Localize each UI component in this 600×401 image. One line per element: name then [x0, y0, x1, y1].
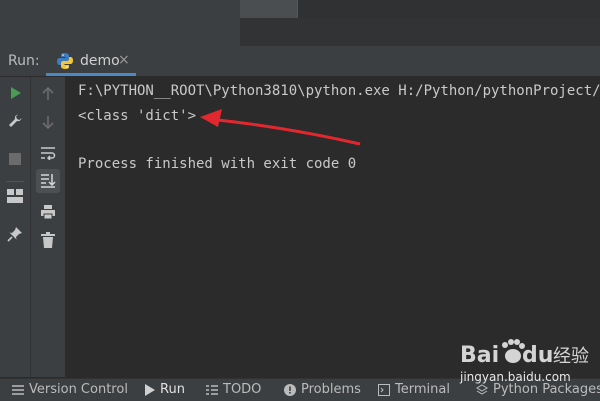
list-icon	[12, 384, 24, 395]
run-actions-gutter	[0, 77, 31, 377]
checklist-icon	[206, 384, 218, 395]
layout-button[interactable]	[3, 184, 27, 208]
tool-tab-label: Problems	[301, 382, 361, 397]
console-line-command: F:\PYTHON__ROOT\Python3810\python.exe H:…	[78, 83, 600, 99]
svg-text:Bai: Bai	[460, 343, 499, 368]
tool-tab-label: Terminal	[395, 382, 450, 397]
console-tools-gutter	[31, 77, 65, 377]
previous-occurrence-button[interactable]	[36, 82, 60, 106]
run-window-title: Run:	[8, 53, 40, 69]
soft-wrap-icon	[41, 147, 56, 160]
tool-tab-version-control[interactable]: Version Control	[12, 382, 128, 397]
tab-demo-label: demo	[80, 53, 120, 69]
pin-tab-button[interactable]	[3, 222, 27, 246]
soft-wrap-button[interactable]	[36, 141, 60, 165]
terminal-icon	[378, 383, 390, 396]
wrench-icon	[9, 114, 22, 127]
tool-tab-terminal[interactable]: Terminal	[378, 382, 450, 397]
print-button[interactable]	[36, 200, 60, 224]
play-icon	[145, 383, 155, 396]
editor-pane-left	[0, 0, 240, 46]
up-arrow-icon	[42, 87, 54, 100]
trash-icon	[41, 232, 55, 248]
print-icon	[41, 205, 55, 220]
pin-icon	[7, 227, 22, 242]
watermark-url: jingyan.baidu.com	[460, 370, 571, 384]
editor-pane-mid	[240, 0, 298, 18]
stop-icon	[9, 153, 21, 165]
editor-area-strip	[0, 0, 600, 46]
next-occurrence-button[interactable]	[36, 110, 60, 134]
clear-all-button[interactable]	[36, 228, 60, 252]
scroll-to-end-button[interactable]	[36, 169, 60, 193]
tool-tab-label: Version Control	[29, 382, 128, 397]
tool-tab-label: Run	[160, 382, 185, 397]
tool-tab-label: TODO	[223, 382, 262, 397]
tool-tab-problems[interactable]: Problems	[284, 382, 361, 397]
tool-tab-run[interactable]: Run	[145, 382, 185, 397]
tab-demo[interactable]: demo ×	[46, 46, 136, 76]
run-tool-window-header: Run: demo ×	[0, 46, 600, 77]
svg-text:经验: 经验	[553, 346, 589, 367]
stop-button[interactable]	[3, 147, 27, 171]
console-line-output: <class 'dict'>	[78, 108, 197, 124]
down-arrow-icon	[42, 116, 54, 129]
modify-config-button[interactable]	[3, 109, 27, 133]
layout-icon	[7, 189, 23, 203]
svg-text:du: du	[522, 343, 553, 368]
editor-pane-right	[298, 0, 600, 18]
console-line-exit: Process finished with exit code 0	[78, 156, 357, 172]
warning-icon	[284, 383, 296, 396]
python-icon	[57, 53, 73, 69]
rerun-button[interactable]	[3, 81, 27, 105]
tool-tab-todo[interactable]: TODO	[206, 382, 261, 397]
run-icon	[11, 87, 21, 99]
scroll-to-end-icon	[41, 174, 56, 188]
gutter-separator	[6, 181, 24, 182]
close-icon[interactable]: ×	[118, 52, 130, 68]
